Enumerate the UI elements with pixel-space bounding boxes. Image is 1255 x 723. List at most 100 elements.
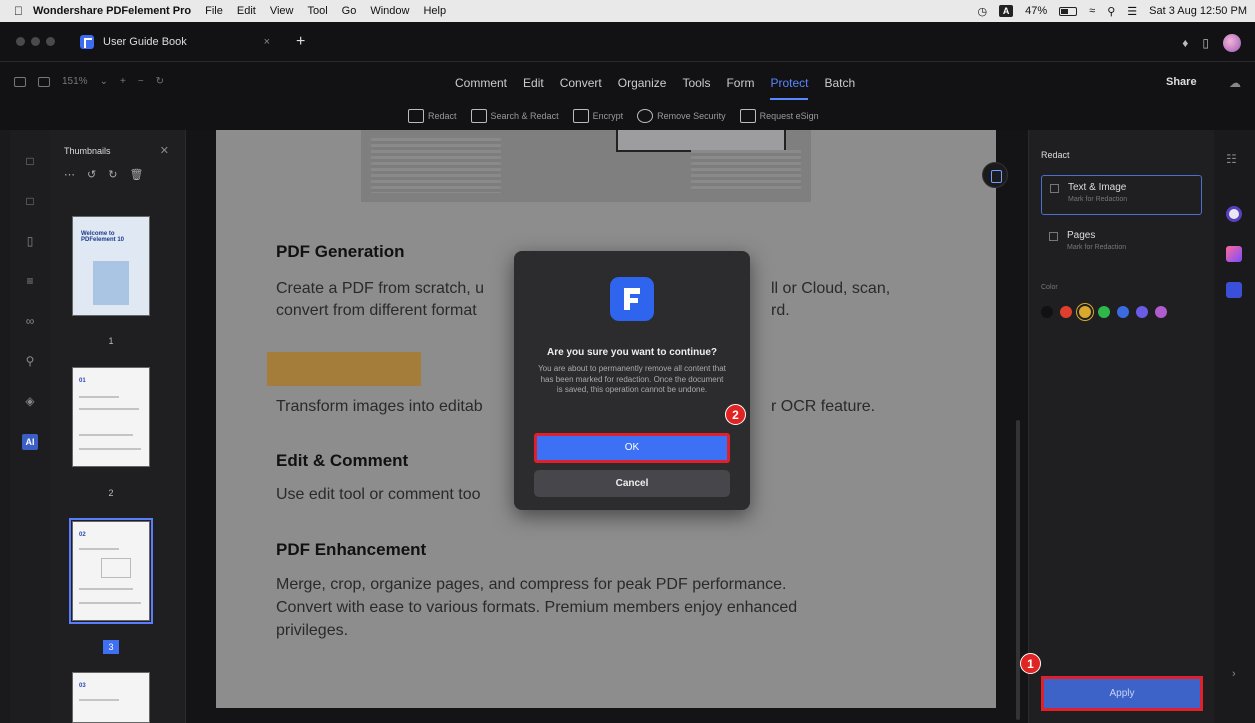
floating-tool-button[interactable] [982,162,1008,188]
minimize-window-button[interactable] [31,37,40,46]
redact-button[interactable]: Redact [408,109,457,123]
section-heading: Edit & Comment [276,451,409,470]
tab-comment[interactable]: Comment [455,76,507,90]
tab-edit[interactable]: Edit [523,76,544,90]
pages-option[interactable]: Pages Mark for Redaction [1041,224,1202,264]
color-swatch-5[interactable] [1136,306,1148,318]
ai-assistant-icon[interactable] [1226,246,1242,262]
thumbnail-illustration [93,261,129,305]
spotlight-icon[interactable]: ⚲ [1107,5,1115,18]
menu-help[interactable]: Help [423,5,446,17]
search-redact-button[interactable]: Search & Redact [470,109,559,123]
ai-chat-icon[interactable] [1226,206,1242,222]
thumbnails-title: Thumbnails [64,146,111,156]
battery-icon[interactable] [1059,6,1078,16]
color-swatch-2[interactable] [1079,306,1091,318]
comment-icon[interactable]: □ [22,194,38,210]
dialog-question: Are you sure you want to continue? [546,347,717,358]
translate-icon[interactable] [1226,282,1242,298]
page-number-2: 2 [108,488,114,498]
remove-security-label: Remove Security [657,111,726,121]
document-scrollbar[interactable] [1016,420,1020,720]
document-tab-title: User Guide Book [103,36,187,48]
clock-icon[interactable]: ◷ [978,5,988,18]
menu-window[interactable]: Window [370,5,409,17]
menu-bar-status: ◷ A 47% ≈ ⚲ ☰ Sat 3 Aug 12:50 PM [978,0,1247,22]
bookmark-icon[interactable]: ▯ [22,234,38,250]
two-page-view-icon[interactable] [38,76,50,87]
rotate-left-icon[interactable]: ↺ [87,168,96,181]
tab-form[interactable]: Form [726,76,754,90]
rotate-icon[interactable]: ↻ [156,76,164,87]
encrypt-button[interactable]: Encrypt [572,109,623,123]
collapse-panel-icon[interactable]: › [1232,668,1236,680]
input-source-badge[interactable]: A [999,5,1014,17]
apply-button[interactable]: Apply [1041,676,1203,711]
share-button[interactable]: Share [1166,76,1197,88]
attachment-icon[interactable]: ∞ [22,314,38,330]
section-heading: PDF Generation [276,242,405,261]
text-image-option[interactable]: Text & Image Mark for Redaction [1041,175,1202,215]
wifi-icon[interactable]: ≈ [1089,5,1095,17]
tab-organize[interactable]: Organize [618,76,667,90]
color-swatch-6[interactable] [1155,306,1167,318]
zoom-in-icon[interactable]: + [120,76,126,87]
tab-convert[interactable]: Convert [560,76,602,90]
close-window-button[interactable] [16,37,25,46]
redaction-mark[interactable] [267,352,421,386]
color-swatch-4[interactable] [1117,306,1129,318]
page-thumbnail-1[interactable]: Welcome to PDFelement 10 [72,216,150,316]
menu-bar-datetime[interactable]: Sat 3 Aug 12:50 PM [1149,5,1247,17]
cloud-upload-icon[interactable]: ☁ [1229,76,1241,90]
menu-tool[interactable]: Tool [307,5,327,17]
ok-button[interactable]: OK [534,433,730,463]
zoom-out-icon[interactable]: − [138,76,144,87]
page-thumbnail-4[interactable]: 03 [72,672,150,723]
thumbnail-text-line [79,602,141,604]
user-avatar[interactable] [1223,34,1241,52]
tab-batch[interactable]: Batch [824,76,855,90]
close-panel-icon[interactable]: ✕ [160,144,169,157]
layers-icon[interactable]: ≡ [22,274,38,290]
thumbnail-heading: 03 [79,683,86,689]
page-thumbnail-2[interactable]: 01 [72,367,150,467]
color-swatch-0[interactable] [1041,306,1053,318]
search-icon[interactable]: ⚲ [22,354,38,370]
rotate-right-icon[interactable]: ↻ [108,168,117,181]
menu-go[interactable]: Go [342,5,357,17]
more-options-icon[interactable]: ⋯ [64,168,75,181]
properties-icon[interactable]: ☷ [1226,152,1237,166]
color-swatch-3[interactable] [1098,306,1110,318]
redact-icon [408,109,424,123]
tab-protect[interactable]: Protect [770,76,809,100]
color-swatch-1[interactable] [1060,306,1072,318]
page-thumbnail-3[interactable]: 02 [69,518,153,624]
stack-icon[interactable]: ◈ [22,394,38,410]
notification-bell-icon[interactable]: ♦ [1182,36,1188,50]
menu-view[interactable]: View [270,5,294,17]
apple-icon[interactable]:  [14,4,23,18]
remove-security-button[interactable]: Remove Security [637,109,726,123]
cancel-button[interactable]: Cancel [534,470,730,497]
control-center-icon[interactable]: ☰ [1127,5,1137,18]
menu-edit[interactable]: Edit [237,5,256,17]
tab-bar: User Guide Book × + ♦ ▯ [0,22,1255,62]
view-controls: 151% ⌄ + − ↻ [14,76,164,87]
zoom-level[interactable]: 151% [62,76,88,87]
section-body: Merge, crop, organize pages, and compres… [276,576,787,593]
zoom-dropdown-icon[interactable]: ⌄ [100,76,108,87]
zoom-window-button[interactable] [46,37,55,46]
page-icon[interactable]: □ [22,154,38,170]
menu-file[interactable]: File [205,5,223,17]
single-page-view-icon[interactable] [14,76,26,87]
app-menu[interactable]: Wondershare PDFelement Pro [33,5,191,17]
ai-assistant-icon[interactable]: AI [22,434,38,450]
request-esign-button[interactable]: Request eSign [739,109,819,123]
close-tab-icon[interactable]: × [264,36,270,48]
delete-icon[interactable]: 🗑 [129,168,143,181]
document-tab[interactable]: User Guide Book × [80,28,280,56]
tab-tools[interactable]: Tools [682,76,710,90]
device-icon[interactable]: ▯ [1202,36,1209,50]
new-tab-button[interactable]: + [296,33,305,51]
mac-menu-bar:  Wondershare PDFelement Pro File Edit V… [0,0,1255,22]
